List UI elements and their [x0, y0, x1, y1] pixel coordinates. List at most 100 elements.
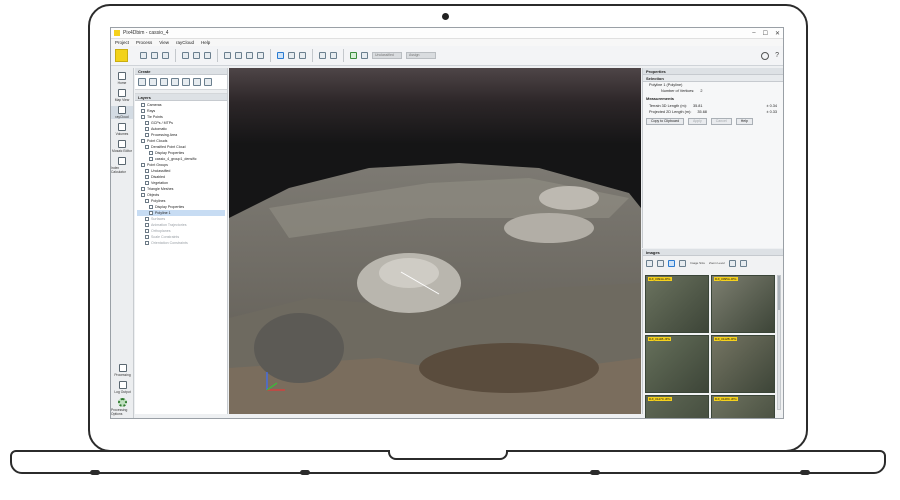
- zoom-in-icon[interactable]: [728, 259, 736, 267]
- create-annotation-icon[interactable]: [204, 78, 212, 86]
- help-icon[interactable]: ?: [775, 52, 779, 59]
- navigation-fly-icon[interactable]: [299, 52, 306, 59]
- apply-button[interactable]: Apply: [688, 118, 707, 125]
- new-project-button[interactable]: [140, 52, 147, 59]
- layer-label: Point Groups: [147, 163, 168, 167]
- user-icon[interactable]: [761, 51, 770, 60]
- processing-icon: [118, 364, 127, 372]
- layer-visibility-checkbox[interactable]: [141, 163, 145, 167]
- nav-log-output[interactable]: Log Output: [111, 381, 134, 394]
- nav-map-view[interactable]: Map View: [111, 89, 133, 102]
- point-class-select[interactable]: Unclassified: [372, 52, 402, 59]
- image-thumbnail[interactable]: DJI_0127C.JPG: [645, 395, 709, 418]
- zoom-fit-icon[interactable]: [246, 52, 253, 59]
- nav-home[interactable]: Home: [111, 72, 133, 85]
- layer-visibility-checkbox[interactable]: [145, 133, 149, 137]
- copy-clipboard-button[interactable]: Copy to Clipboard: [646, 118, 685, 125]
- layer-visibility-checkbox[interactable]: [145, 145, 149, 149]
- create-scale-icon[interactable]: [182, 78, 190, 86]
- properties-header[interactable]: Properties: [643, 68, 783, 75]
- process-reports-button[interactable]: [204, 52, 211, 59]
- cancel-button[interactable]: Cancel: [710, 118, 732, 125]
- zoom-out-icon[interactable]: [235, 52, 242, 59]
- clipping-plane-icon[interactable]: [330, 52, 337, 59]
- clipping-box-icon[interactable]: [319, 52, 326, 59]
- image-thumbnail[interactable]: DJI_0128C.JPG: [711, 395, 775, 418]
- layers-panel-header[interactable]: Layers: [135, 94, 227, 101]
- create-surface-icon[interactable]: [160, 78, 168, 86]
- process-options-button[interactable]: [193, 52, 200, 59]
- layer-visibility-checkbox[interactable]: [145, 241, 149, 245]
- create-orientation-icon[interactable]: [193, 78, 201, 86]
- layer-visibility-checkbox[interactable]: [145, 181, 149, 185]
- layer-visibility-checkbox[interactable]: [145, 127, 149, 131]
- zoom-out-icon[interactable]: [739, 259, 747, 267]
- layer-visibility-checkbox[interactable]: [141, 193, 145, 197]
- layer-visibility-checkbox[interactable]: [145, 223, 149, 227]
- nav-index-calculator[interactable]: Index Calculator: [111, 157, 133, 174]
- perspective-icon[interactable]: [257, 52, 264, 59]
- menu-raycloud[interactable]: rayCloud: [176, 40, 194, 45]
- layer-visibility-checkbox[interactable]: [149, 157, 153, 161]
- selection-header[interactable]: Selection: [643, 75, 783, 82]
- layer-visibility-checkbox[interactable]: [145, 199, 149, 203]
- image-thumbnail[interactable]: DJI_0094A.JPG: [645, 275, 709, 333]
- create-panel-header[interactable]: Create: [135, 68, 227, 75]
- layer-visibility-checkbox[interactable]: [141, 103, 145, 107]
- image-thumbnail[interactable]: DJI_0112B.JPG: [711, 335, 775, 393]
- create-volume-icon[interactable]: [171, 78, 179, 86]
- layer-visibility-checkbox[interactable]: [141, 139, 145, 143]
- layer-visibility-checkbox[interactable]: [141, 187, 145, 191]
- navigation-move-icon[interactable]: [277, 52, 284, 59]
- scrollbar-thumb[interactable]: [778, 276, 780, 310]
- image-marks-icon[interactable]: [668, 259, 675, 267]
- nav-volumes[interactable]: Volumes: [111, 123, 133, 136]
- assign-button[interactable]: Assign: [406, 52, 436, 59]
- layer-label: Polylines: [151, 199, 166, 203]
- layer-visibility-checkbox[interactable]: [149, 211, 153, 215]
- images-header[interactable]: Images: [643, 249, 783, 256]
- image-thumbnail[interactable]: DJI_0095A.JPG: [711, 275, 775, 333]
- layer-visibility-checkbox[interactable]: [145, 229, 149, 233]
- select-points-icon[interactable]: [361, 52, 368, 59]
- create-polyline-icon[interactable]: [149, 78, 157, 86]
- layer-tree-row[interactable]: Orientation Constraints: [137, 240, 225, 246]
- nav-processing-options[interactable]: Processing Options: [111, 398, 134, 416]
- layer-visibility-checkbox[interactable]: [145, 235, 149, 239]
- layer-visibility-checkbox[interactable]: [145, 217, 149, 221]
- menu-process[interactable]: Process: [136, 40, 152, 45]
- image-rays-icon[interactable]: [679, 259, 686, 267]
- create-point-icon[interactable]: [138, 78, 146, 86]
- edit-points-icon[interactable]: [350, 52, 357, 59]
- layer-visibility-checkbox[interactable]: [141, 109, 145, 113]
- menu-help[interactable]: Help: [201, 40, 210, 45]
- menu-project[interactable]: Project: [115, 40, 129, 45]
- navigation-rotate-icon[interactable]: [288, 52, 295, 59]
- menu-view[interactable]: View: [159, 40, 169, 45]
- layer-visibility-checkbox[interactable]: [141, 115, 145, 119]
- nav-raycloud[interactable]: rayCloud: [111, 106, 133, 119]
- measurements-heading: Measurements: [646, 96, 675, 101]
- layer-visibility-checkbox[interactable]: [145, 169, 149, 173]
- zoom-in-icon[interactable]: [224, 52, 231, 59]
- process-button[interactable]: [182, 52, 189, 59]
- image-sort-icon[interactable]: [657, 259, 664, 267]
- layer-visibility-checkbox[interactable]: [145, 121, 149, 125]
- layer-visibility-checkbox[interactable]: [145, 175, 149, 179]
- image-filter-icon[interactable]: [646, 259, 653, 267]
- image-thumbnail[interactable]: DJI_0111B.JPG: [645, 335, 709, 393]
- images-scrollbar[interactable]: [777, 275, 781, 410]
- minimize-button[interactable]: –: [752, 30, 755, 37]
- help-button[interactable]: Help: [735, 118, 753, 125]
- save-project-button[interactable]: [162, 52, 169, 59]
- nav-processing[interactable]: Processing: [111, 364, 134, 377]
- layer-visibility-checkbox[interactable]: [149, 205, 153, 209]
- open-project-button[interactable]: [151, 52, 158, 59]
- close-button[interactable]: ✕: [775, 30, 780, 37]
- laptop-foot: [300, 470, 310, 475]
- nav-mosaic-editor[interactable]: Mosaic Editor: [111, 140, 133, 153]
- maximize-button[interactable]: ☐: [763, 30, 768, 37]
- image-filename-badge: DJI_0095A.JPG: [714, 277, 738, 281]
- raycloud-3d-view[interactable]: [229, 68, 641, 414]
- layer-visibility-checkbox[interactable]: [149, 151, 153, 155]
